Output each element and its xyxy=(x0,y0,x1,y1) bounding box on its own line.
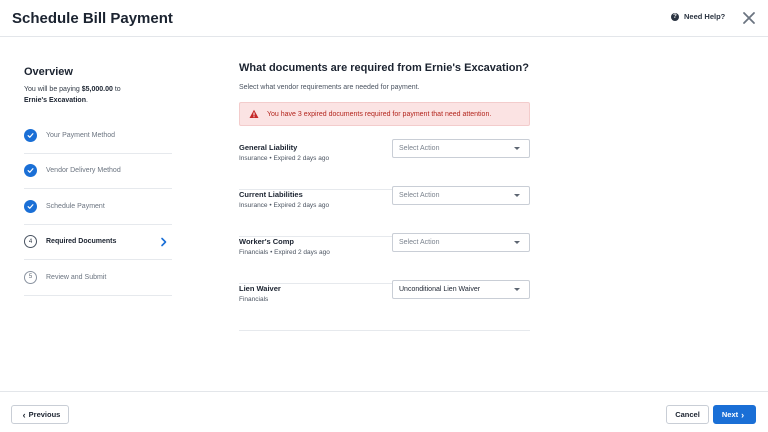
caret-down-icon xyxy=(514,288,520,291)
section-subtitle: Select what vendor requirements are need… xyxy=(239,84,420,91)
vendor-name: Ernie's Excavation xyxy=(24,97,86,104)
select-value: Select Action xyxy=(399,192,440,199)
section-title: What documents are required from Ernie's… xyxy=(239,62,529,74)
payment-amount: $5,000.00 xyxy=(81,86,113,93)
document-row: Current Liabilities Insurance • Expired … xyxy=(239,186,530,237)
document-name: Lien Waiver xyxy=(239,284,281,293)
check-circle-icon xyxy=(24,128,37,142)
previous-button[interactable]: ‹ Previous xyxy=(11,405,69,424)
document-meta: Financials • Expired 2 days ago xyxy=(239,249,330,256)
overview-text-prefix: You will be paying xyxy=(24,86,82,93)
alert-message: You have 3 expired documents required fo… xyxy=(267,110,492,118)
previous-label: Previous xyxy=(28,410,61,419)
step-number: 5 xyxy=(24,270,37,284)
action-select[interactable]: Unconditional Lien Waiver xyxy=(392,280,530,299)
document-status: Expired 2 days ago xyxy=(273,155,330,162)
action-select[interactable]: Select Action xyxy=(392,139,530,158)
document-category: Insurance xyxy=(239,155,268,162)
select-value: Select Action xyxy=(399,145,440,152)
step-label: Vendor Delivery Method xyxy=(46,167,121,175)
cancel-button[interactable]: Cancel xyxy=(666,405,709,424)
overview-title: Overview xyxy=(24,66,73,78)
step-payment-method[interactable]: Your Payment Method xyxy=(24,118,172,154)
cancel-label: Cancel xyxy=(675,410,700,419)
step-label: Required Documents xyxy=(46,238,117,246)
caret-down-icon xyxy=(514,147,520,150)
select-value: Unconditional Lien Waiver xyxy=(399,286,481,293)
next-label: Next xyxy=(721,410,739,419)
document-meta: Financials xyxy=(239,296,268,303)
page-title: Schedule Bill Payment xyxy=(12,10,173,27)
action-select[interactable]: Select Action xyxy=(392,233,530,252)
need-help-label: Need Help? xyxy=(684,12,726,21)
main-content: What documents are required from Ernie's… xyxy=(239,62,531,91)
caret-down-icon xyxy=(514,241,520,244)
document-status: Expired 2 days ago xyxy=(273,202,330,209)
select-value: Select Action xyxy=(399,239,440,246)
warning-triangle-icon xyxy=(249,109,259,118)
caret-down-icon xyxy=(514,194,520,197)
overview-text-end: . xyxy=(85,97,88,104)
step-vendor-delivery[interactable]: Vendor Delivery Method xyxy=(24,154,172,189)
footer: ‹ Previous Cancel Next › xyxy=(0,391,768,432)
overview-panel: Overview You will be paying $5,000.00 to… xyxy=(24,66,172,106)
question-circle-icon: ? xyxy=(671,12,679,21)
close-icon[interactable] xyxy=(742,11,756,25)
document-status: Expired 2 days ago xyxy=(274,249,330,256)
header: Schedule Bill Payment ? Need Help? xyxy=(0,0,768,37)
need-help-link[interactable]: ? Need Help? xyxy=(671,12,725,21)
expired-documents-alert: You have 3 expired documents required fo… xyxy=(239,102,530,126)
step-label: Schedule Payment xyxy=(46,202,105,210)
check-circle-icon xyxy=(24,164,37,178)
chevron-right-icon: › xyxy=(741,409,745,420)
document-meta: Insurance • Expired 2 days ago xyxy=(239,202,329,209)
overview-text: You will be paying $5,000.00 to Ernie's E… xyxy=(24,84,172,106)
action-select[interactable]: Select Action xyxy=(392,186,530,205)
chevron-right-icon xyxy=(161,237,167,246)
step-review-submit[interactable]: 5 Review and Submit xyxy=(24,260,172,296)
document-name: Current Liabilities xyxy=(239,190,303,199)
chevron-left-icon: ‹ xyxy=(22,409,26,420)
step-label: Your Payment Method xyxy=(46,131,116,139)
document-name: Worker's Comp xyxy=(239,237,294,246)
document-row: Lien Waiver Financials Unconditional Lie… xyxy=(239,280,530,331)
next-button[interactable]: Next › xyxy=(713,405,756,424)
document-row: General Liability Insurance • Expired 2 … xyxy=(239,139,530,190)
document-category: Insurance xyxy=(239,202,268,209)
step-schedule-payment[interactable]: Schedule Payment xyxy=(24,189,172,225)
document-row: Worker's Comp Financials • Expired 2 day… xyxy=(239,233,530,284)
step-label: Review and Submit xyxy=(46,273,107,281)
document-category: Financials xyxy=(239,249,269,256)
step-required-documents[interactable]: 4 Required Documents xyxy=(24,225,172,260)
overview-text-mid: to xyxy=(112,86,121,93)
step-number: 4 xyxy=(24,235,37,249)
document-category: Financials xyxy=(239,296,269,303)
check-circle-icon xyxy=(24,199,37,213)
document-meta: Insurance • Expired 2 days ago xyxy=(239,155,329,162)
document-name: General Liability xyxy=(239,143,298,152)
step-list: Your Payment Method Vendor Delivery Meth… xyxy=(24,118,172,296)
